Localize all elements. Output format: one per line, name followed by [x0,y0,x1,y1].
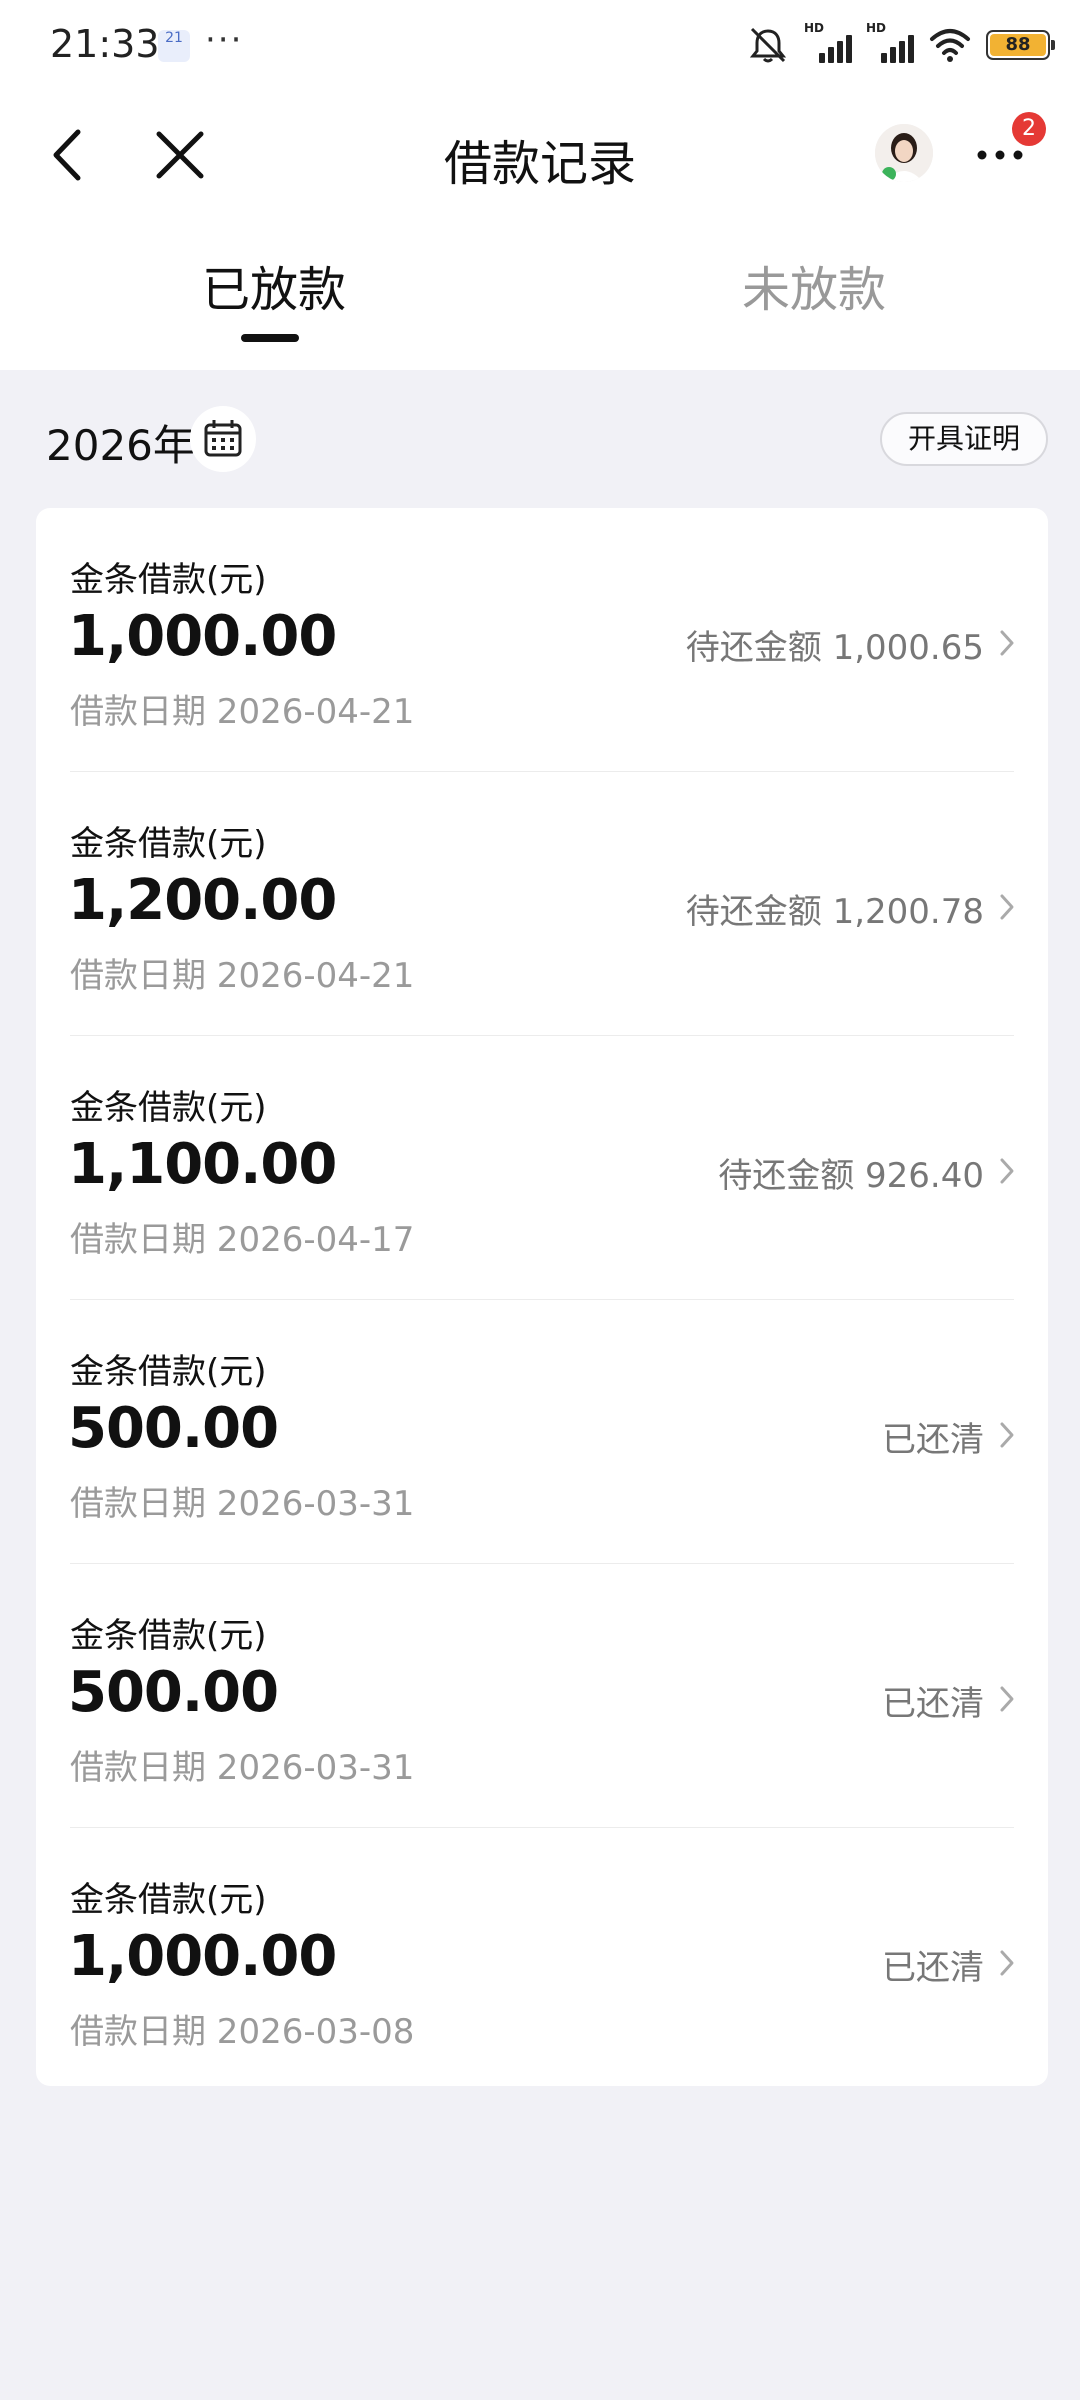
customer-service-avatar[interactable] [875,124,933,182]
loan-date: 借款日期 2026-04-21 [70,956,415,996]
year-filter-row: 2026年 开具证明 [0,400,1080,480]
loan-amount: 1,000.00 [68,1924,337,1989]
signal-icon-1: HD [804,21,852,63]
chevron-right-icon [1000,1158,1014,1184]
chevron-right-icon [1000,1686,1014,1712]
repayment-status: 已还清 [882,1948,984,1988]
loan-amount: 1,100.00 [68,1132,337,1197]
loan-date: 借款日期 2026-03-31 [70,1748,415,1788]
hd-label: HD [804,21,825,35]
chevron-right-icon [1000,630,1014,656]
signal-icon-2: HD [866,21,914,63]
more-notifications-icon: ··· [205,20,244,60]
repayment-status: 已还清 [882,1684,984,1724]
loan-amount: 500.00 [68,1396,279,1461]
loan-type-label: 金条借款(元) [70,1616,267,1656]
battery-icon: 88 [986,30,1055,60]
loan-record-row[interactable]: 金条借款(元) 500.00 借款日期 2026-03-31 已还清 [36,1300,1048,1564]
hd-label: HD [866,21,887,35]
status-time: 21:33 [50,22,160,66]
loan-record-row[interactable]: 金条借款(元) 1,000.00 借款日期 2026-04-21 待还金额 1,… [36,508,1048,772]
loan-date: 借款日期 2026-04-21 [70,692,415,732]
header-section: 21:33 21 ··· HD HD 88 借款记录 2 已放款 未放款 [0,0,1080,370]
battery-level: 88 [990,34,1046,56]
wifi-icon [930,29,970,62]
loan-record-row[interactable]: 金条借款(元) 1,100.00 借款日期 2026-04-17 待还金额 92… [36,1036,1048,1300]
issue-certificate-button[interactable]: 开具证明 [880,412,1048,466]
status-bar: 21:33 21 ··· HD HD 88 [0,0,1080,92]
loan-type-label: 金条借款(元) [70,1880,267,1920]
repayment-status: 已还清 [882,1420,984,1460]
loan-type-label: 金条借款(元) [70,824,267,864]
navigation-bar: 借款记录 2 [0,100,1080,210]
chevron-right-icon [1000,1950,1014,1976]
active-tab-indicator [241,334,299,342]
loan-amount: 1,000.00 [68,604,337,669]
calendar-icon [204,420,242,457]
loan-record-row[interactable]: 金条借款(元) 1,200.00 借款日期 2026-04-21 待还金额 1,… [36,772,1048,1036]
loan-date: 借款日期 2026-04-17 [70,1220,415,1260]
calendar-button[interactable] [190,406,256,472]
loan-date: 借款日期 2026-03-08 [70,2012,415,2052]
year-label[interactable]: 2026年 [46,412,195,473]
repayment-status: 待还金额 926.40 [718,1156,984,1196]
repayment-status: 待还金额 1,200.78 [685,892,984,932]
loan-records-screen: 21:33 21 ··· HD HD 88 借款记录 2 已放款 未放款 202… [0,0,1080,2400]
loan-record-row[interactable]: 金条借款(元) 1,000.00 借款日期 2026-03-08 已还清 [36,1828,1048,2092]
loan-amount: 1,200.00 [68,868,337,933]
mute-icon [749,27,787,63]
repayment-status: 待还金额 1,000.65 [685,628,984,668]
loan-record-row[interactable]: 金条借款(元) 500.00 借款日期 2026-03-31 已还清 [36,1564,1048,1828]
loan-type-label: 金条借款(元) [70,560,267,600]
avatar-icon [875,124,933,182]
loan-type-label: 金条借款(元) [70,1088,267,1128]
chevron-right-icon [1000,894,1014,920]
tab-not-disbursed[interactable]: 未放款 [742,250,886,320]
loan-record-list: 金条借款(元) 1,000.00 借款日期 2026-04-21 待还金额 1,… [36,508,1048,2086]
loan-type-label: 金条借款(元) [70,1352,267,1392]
calendar-day: 21 [165,30,183,46]
loan-amount: 500.00 [68,1660,279,1725]
loan-date: 借款日期 2026-03-31 [70,1484,415,1524]
status-icons: HD HD 88 [746,21,1055,68]
calendar-notification-icon: 21 [158,30,190,62]
notification-badge: 2 [1012,112,1046,146]
chevron-right-icon [1000,1422,1014,1448]
tab-disbursed[interactable]: 已放款 [202,250,346,320]
tab-bar: 已放款 未放款 [0,250,1080,350]
